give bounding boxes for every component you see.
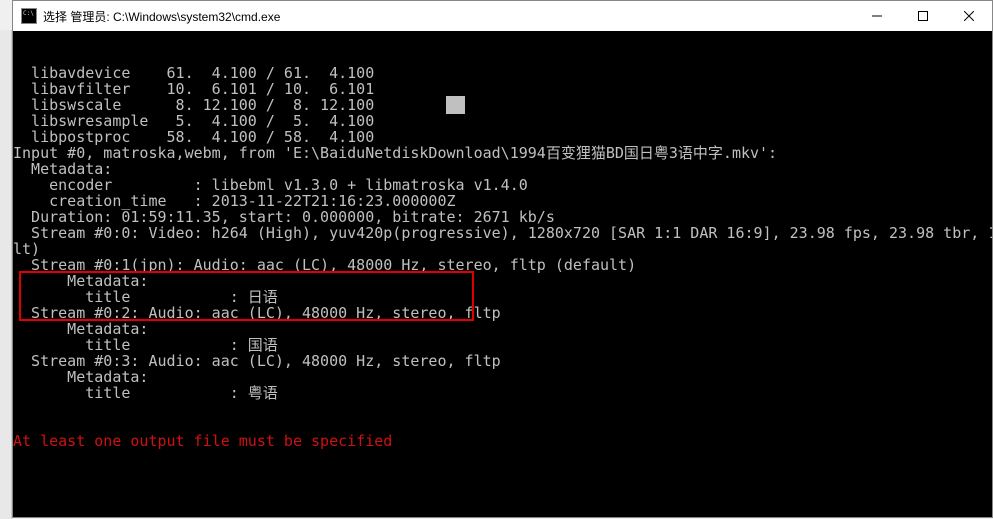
selection-block: [446, 96, 464, 114]
terminal-line: Metadata:: [13, 369, 992, 385]
terminal-line: Input #0, matroska,webm, from 'E:\BaiduN…: [13, 145, 992, 161]
terminal-line: Stream #0:0: Video: h264 (High), yuv420p…: [13, 225, 992, 241]
terminal-line: libavfilter 10. 6.101 / 10. 6.101: [13, 81, 992, 97]
window-title: 选择 管理员: C:\Windows\system32\cmd.exe: [43, 8, 280, 25]
terminal-line: libavdevice 61. 4.100 / 61. 4.100: [13, 65, 992, 81]
terminal-line: Metadata:: [13, 273, 992, 289]
minimize-button[interactable]: [854, 1, 900, 31]
terminal-line: title : 国语: [13, 337, 992, 353]
terminal-line: Duration: 01:59:11.35, start: 0.000000, …: [13, 209, 992, 225]
terminal-line: creation_time : 2013-11-22T21:16:23.0000…: [13, 193, 992, 209]
terminal-line: Stream #0:1(jpn): Audio: aac (LC), 48000…: [13, 257, 992, 273]
terminal-line: title : 日语: [13, 289, 992, 305]
close-button[interactable]: [946, 1, 992, 31]
terminal-line: lt): [13, 241, 992, 257]
terminal-line: encoder : libebml v1.3.0 + libmatroska v…: [13, 177, 992, 193]
terminal-line: Metadata:: [13, 321, 992, 337]
terminal-line: title : 粤语: [13, 385, 992, 401]
terminal-output[interactable]: libavdevice 61. 4.100 / 61. 4.100 libavf…: [13, 31, 992, 517]
terminal-line: libswresample 5. 4.100 / 5. 4.100: [13, 113, 992, 129]
maximize-button[interactable]: [900, 1, 946, 31]
terminal-line: libpostproc 58. 4.100 / 58. 4.100: [13, 129, 992, 145]
error-line: At least one output file must be specifi…: [13, 433, 992, 449]
terminal-line: Stream #0:3: Audio: aac (LC), 48000 Hz, …: [13, 353, 992, 369]
cmd-icon: [21, 8, 37, 24]
terminal-line: Metadata:: [13, 161, 992, 177]
terminal-line: Stream #0:2: Audio: aac (LC), 48000 Hz, …: [13, 305, 992, 321]
terminal-line: libswscale 8. 12.100 / 8. 12.100: [13, 97, 992, 113]
cmd-window: 选择 管理员: C:\Windows\system32\cmd.exe liba…: [12, 0, 993, 518]
desktop-strip: [0, 30, 12, 519]
titlebar[interactable]: 选择 管理员: C:\Windows\system32\cmd.exe: [13, 1, 992, 31]
blank-line: [13, 481, 992, 497]
